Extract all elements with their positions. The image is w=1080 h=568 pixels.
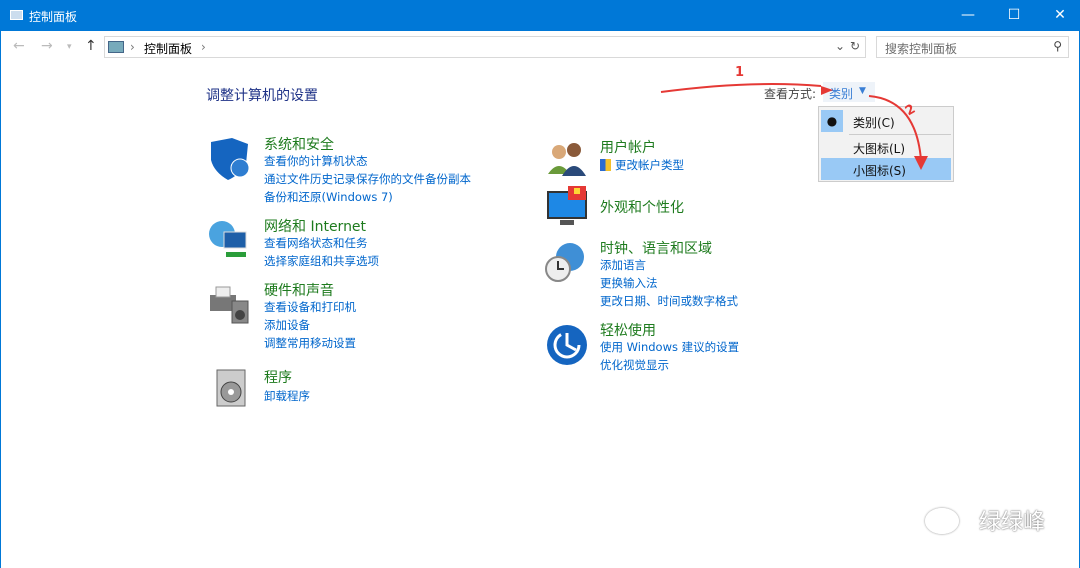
printer-icon <box>208 283 250 329</box>
breadcrumb-control-panel[interactable]: 控制面板 <box>144 40 192 57</box>
link-devices-printers[interactable]: 查看设备和打印机 <box>264 298 356 316</box>
chevron-down-icon[interactable]: ⌄ <box>835 39 845 53</box>
category-system-security <box>208 138 250 184</box>
page-title: 调整计算机的设置 <box>206 88 318 104</box>
breadcrumb-separator: › <box>130 40 135 54</box>
users-icon <box>546 138 588 184</box>
annotation-step-1: 1 <box>735 65 745 80</box>
link-add-language[interactable]: 添加语言 <box>600 256 646 274</box>
link-add-device[interactable]: 添加设备 <box>264 316 310 334</box>
forward-button[interactable]: → <box>41 38 53 54</box>
category-title-network[interactable]: 网络和 Internet <box>264 216 366 236</box>
link-network-status[interactable]: 查看网络状态和任务 <box>264 234 368 252</box>
link-optimize-display[interactable]: 优化视觉显示 <box>600 356 669 374</box>
category-title-hardware[interactable]: 硬件和声音 <box>264 280 334 300</box>
up-button[interactable]: ↑ <box>85 38 97 54</box>
network-icon <box>208 218 250 264</box>
search-icon: ⚲ <box>1053 39 1062 53</box>
maximize-button[interactable]: ☐ <box>991 0 1037 31</box>
clock-globe-icon <box>544 241 586 287</box>
link-recommended-settings[interactable]: 使用 Windows 建议的设置 <box>600 338 739 356</box>
back-button[interactable]: ← <box>13 38 25 54</box>
link-view-status[interactable]: 查看你的计算机状态 <box>264 152 368 170</box>
category-title-clock-region[interactable]: 时钟、语言和区域 <box>600 238 712 258</box>
watermark: 绿绿峰 <box>978 510 1045 535</box>
refresh-icon[interactable]: ↻ <box>850 39 860 53</box>
link-file-history[interactable]: 通过文件历史记录保存你的文件备份副本 <box>264 170 471 188</box>
ease-of-access-icon <box>546 324 588 370</box>
link-uninstall[interactable]: 卸载程序 <box>264 387 310 405</box>
link-homegroup[interactable]: 选择家庭组和共享选项 <box>264 252 379 270</box>
shield-icon <box>211 138 250 180</box>
control-panel-icon <box>108 41 124 53</box>
control-panel-icon <box>10 10 23 20</box>
link-change-input[interactable]: 更换输入法 <box>600 274 658 292</box>
minimize-button[interactable]: — <box>945 0 991 31</box>
search-input[interactable]: 搜索控制面板 ⚲ <box>876 36 1069 58</box>
programs-icon <box>211 366 253 412</box>
wechat-icon <box>925 508 959 534</box>
uac-shield-icon <box>600 159 611 171</box>
title-bar: 控制面板 — ☐ ✕ <box>1 0 1080 31</box>
link-date-time-format[interactable]: 更改日期、时间或数字格式 <box>600 292 738 310</box>
category-title-programs[interactable]: 程序 <box>264 367 292 387</box>
category-title-system-security[interactable]: 系统和安全 <box>264 134 334 154</box>
link-mobility-settings[interactable]: 调整常用移动设置 <box>264 334 356 352</box>
annotation-arrows <box>660 83 928 170</box>
appearance-icon <box>546 186 588 232</box>
close-button[interactable]: ✕ <box>1037 0 1080 31</box>
category-title-ease-of-access[interactable]: 轻松使用 <box>600 320 656 340</box>
breadcrumb-separator[interactable]: › <box>201 40 206 54</box>
window-title: 控制面板 <box>29 10 78 24</box>
category-title-appearance[interactable]: 外观和个性化 <box>600 197 684 217</box>
recent-dropdown[interactable]: ▾ <box>67 42 72 52</box>
search-placeholder: 搜索控制面板 <box>885 42 958 56</box>
address-bar[interactable]: › 控制面板 › ⌄ ↻ <box>104 36 866 58</box>
link-backup-restore[interactable]: 备份和还原(Windows 7) <box>264 188 393 206</box>
